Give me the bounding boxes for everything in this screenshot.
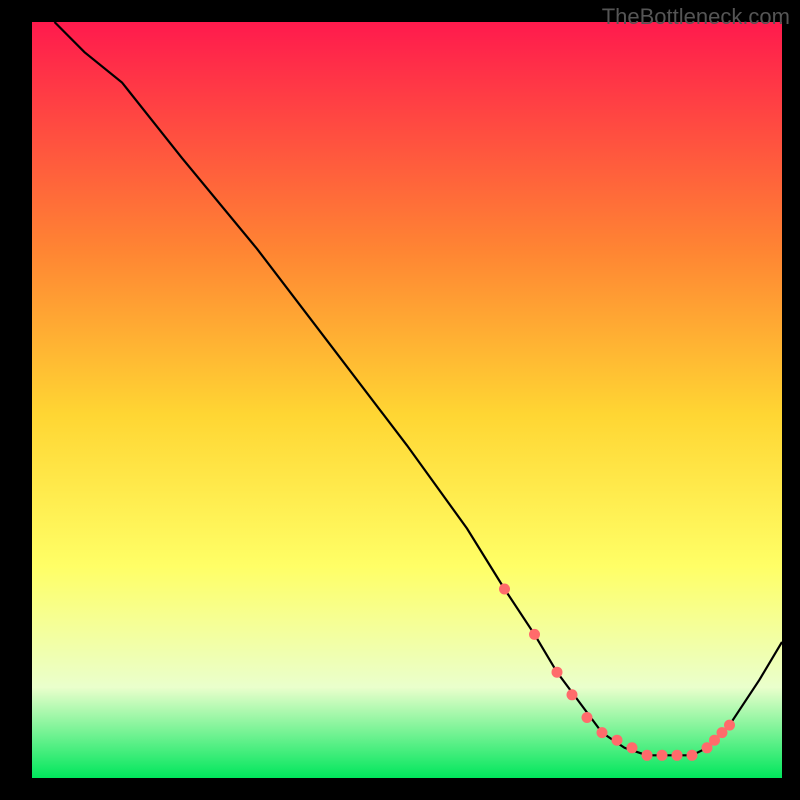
marker-dot	[582, 712, 593, 723]
bottleneck-chart	[0, 0, 800, 800]
marker-dot	[529, 629, 540, 640]
marker-dot	[567, 689, 578, 700]
plot-background	[32, 22, 782, 778]
marker-dot	[499, 584, 510, 595]
chart-frame: TheBottleneck.com	[0, 0, 800, 800]
watermark-text: TheBottleneck.com	[602, 4, 790, 30]
marker-dot	[597, 727, 608, 738]
marker-dot	[687, 750, 698, 761]
marker-dot	[657, 750, 668, 761]
marker-dot	[672, 750, 683, 761]
marker-dot	[642, 750, 653, 761]
marker-dot	[724, 720, 735, 731]
marker-dot	[552, 667, 563, 678]
marker-dot	[627, 742, 638, 753]
marker-dot	[612, 735, 623, 746]
